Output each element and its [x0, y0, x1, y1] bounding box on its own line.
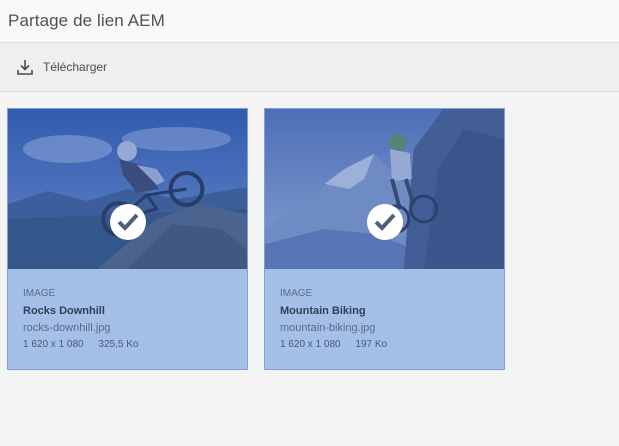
toolbar: Télécharger — [0, 43, 619, 92]
app-header: Partage de lien AEM — [0, 0, 619, 43]
asset-type: IMAGE — [23, 288, 56, 299]
selected-checkmark[interactable] — [109, 204, 146, 240]
checkmark-icon — [374, 213, 395, 231]
asset-details: 1 620 x 1 080 197 Ko — [280, 339, 489, 350]
asset-size: 197 Ko — [355, 339, 388, 350]
download-label: Télécharger — [43, 60, 108, 74]
asset-dimensions: 1 620 x 1 080 — [23, 339, 84, 350]
page-title: Partage de lien AEM — [8, 11, 165, 30]
asset-card[interactable]: IMAGE Mountain Biking mountain-biking.jp… — [264, 108, 505, 370]
asset-title: Rocks Downhill — [23, 305, 105, 317]
selection-overlay — [265, 109, 504, 269]
asset-grid: IMAGE Rocks Downhill rocks-downhill.jpg … — [7, 108, 505, 370]
asset-thumbnail — [265, 109, 504, 269]
asset-dimensions: 1 620 x 1 080 — [280, 339, 341, 350]
selected-checkmark[interactable] — [366, 204, 403, 240]
selection-overlay — [8, 109, 247, 269]
download-icon — [17, 60, 33, 75]
checkmark-icon — [117, 213, 138, 231]
asset-title: Mountain Biking — [280, 305, 366, 317]
download-button[interactable]: Télécharger — [16, 58, 107, 76]
asset-size: 325,5 Ko — [98, 339, 139, 350]
asset-details: 1 620 x 1 080 325,5 Ko — [23, 339, 232, 350]
asset-filename: mountain-biking.jpg — [280, 322, 376, 334]
asset-meta: IMAGE Mountain Biking mountain-biking.jp… — [265, 269, 504, 350]
asset-meta: IMAGE Rocks Downhill rocks-downhill.jpg … — [8, 269, 247, 350]
asset-type: IMAGE — [280, 288, 313, 299]
asset-thumbnail — [8, 109, 247, 269]
asset-card[interactable]: IMAGE Rocks Downhill rocks-downhill.jpg … — [7, 108, 248, 370]
asset-filename: rocks-downhill.jpg — [23, 322, 111, 334]
